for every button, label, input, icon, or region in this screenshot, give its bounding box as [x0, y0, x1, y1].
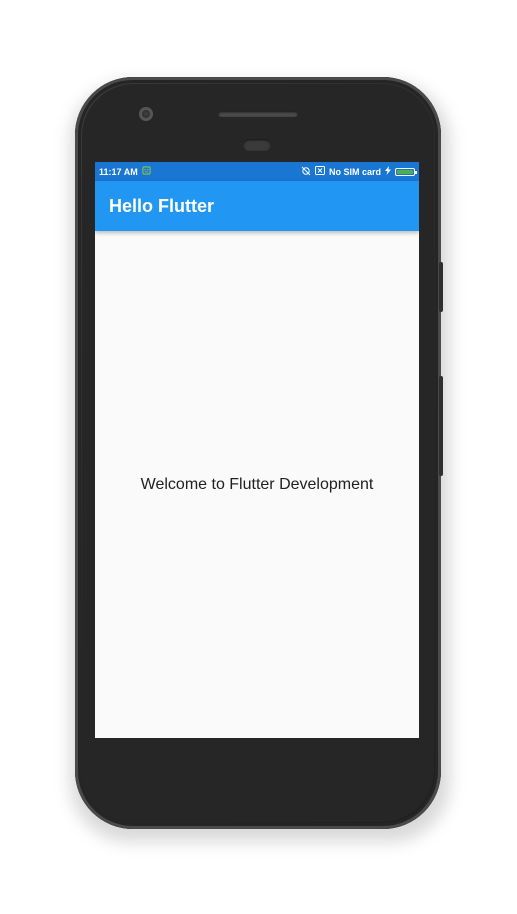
proximity-sensor: [243, 139, 271, 151]
earpiece-speaker: [218, 111, 298, 117]
volume-button: [439, 376, 443, 476]
status-left: 11:17 AM: [99, 166, 151, 177]
battery-icon: [395, 167, 417, 176]
status-right: No SIM card: [301, 166, 417, 178]
carrier-label: No SIM card: [328, 166, 381, 177]
welcome-text: Welcome to Flutter Development: [140, 475, 374, 493]
app-bar: Hello Flutter: [95, 181, 419, 231]
status-time: 11:17 AM: [99, 166, 138, 177]
power-button: [439, 262, 443, 312]
body-area: Welcome to Flutter Development: [95, 231, 419, 738]
charging-bolt-icon: [385, 166, 391, 177]
app-title: Hello Flutter: [109, 195, 215, 216]
android-robot-icon: [142, 166, 151, 177]
front-camera: [139, 107, 153, 121]
no-sim-icon: [314, 166, 325, 177]
status-bar: 11:17 AM No SIM card: [95, 162, 419, 181]
battery-level: [397, 169, 413, 174]
sync-off-icon: [301, 166, 311, 178]
device-screen: 11:17 AM No SIM card Hello Flutter Welco…: [95, 162, 419, 738]
